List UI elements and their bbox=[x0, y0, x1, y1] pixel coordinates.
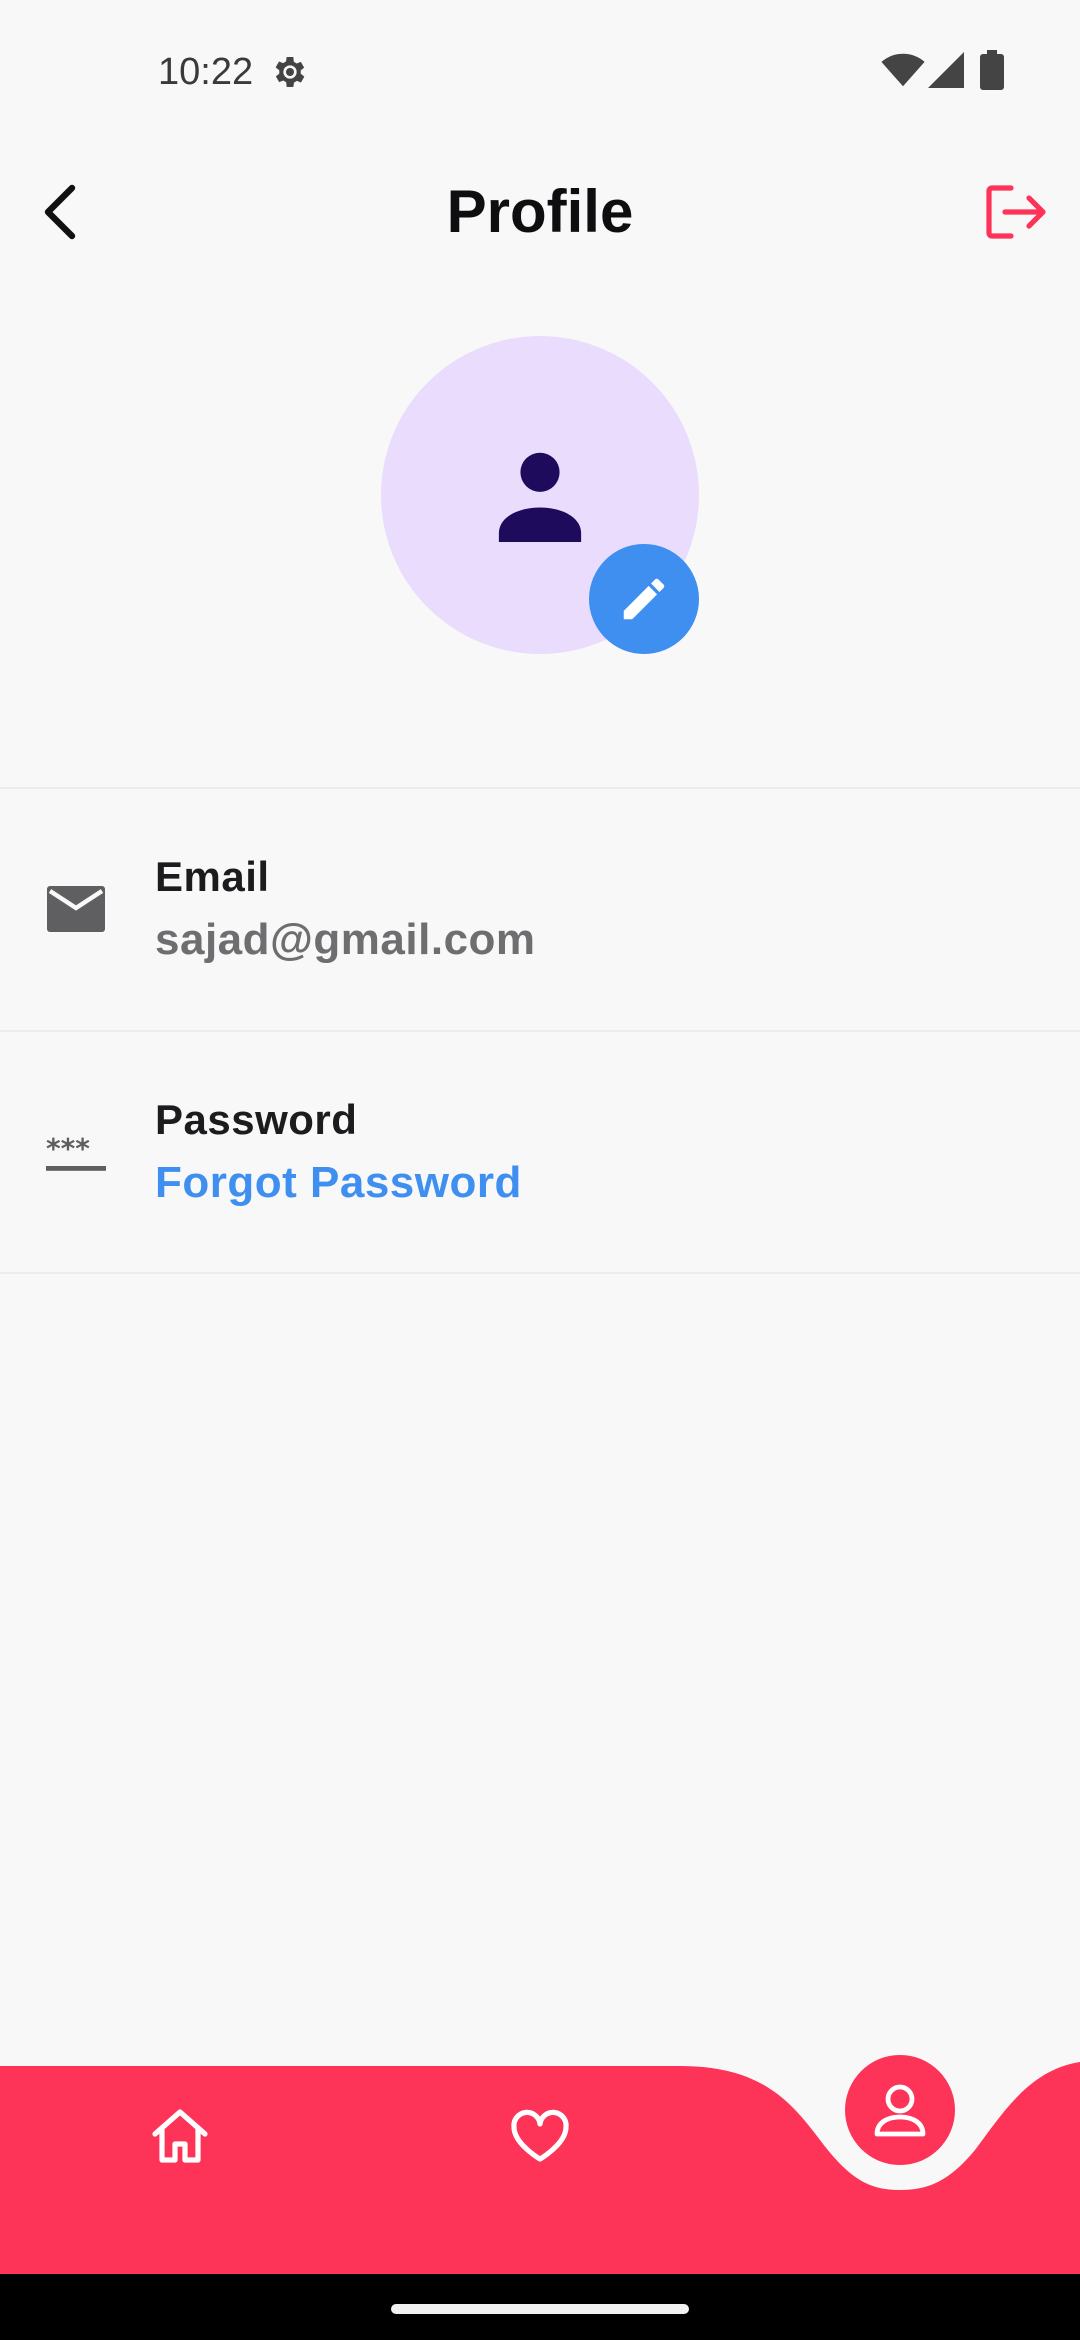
system-navigation-bar bbox=[0, 2274, 1080, 2340]
nav-profile-button[interactable] bbox=[845, 2055, 955, 2165]
pencil-icon bbox=[623, 578, 665, 620]
forgot-password-link[interactable]: Forgot Password bbox=[155, 1156, 522, 1210]
password-row: *** Password Forgot Password bbox=[0, 1032, 1080, 1272]
password-icon: *** bbox=[46, 1124, 106, 1184]
logout-button[interactable] bbox=[976, 174, 1056, 250]
mail-icon bbox=[46, 879, 106, 939]
page-title: Profile bbox=[446, 178, 634, 245]
home-icon bbox=[152, 2109, 208, 2163]
profile-icon bbox=[874, 2084, 926, 2137]
home-indicator[interactable] bbox=[391, 2304, 689, 2314]
heart-icon bbox=[511, 2109, 569, 2162]
logout-icon bbox=[986, 185, 1046, 239]
password-label: Password bbox=[155, 1096, 358, 1143]
nav-home-button[interactable] bbox=[140, 2096, 220, 2176]
svg-text:***: *** bbox=[46, 1134, 90, 1165]
email-label: Email bbox=[155, 853, 270, 900]
person-icon bbox=[498, 452, 582, 542]
signal-icon bbox=[928, 52, 964, 88]
profile-screen: 10:22 Profile Email sajad@gmail.com *** … bbox=[0, 0, 1080, 2340]
divider bbox=[0, 1272, 1080, 1274]
wifi-icon bbox=[881, 53, 925, 87]
gear-icon bbox=[275, 57, 305, 87]
email-row: Email sajad@gmail.com bbox=[0, 789, 1080, 1029]
nav-favorites-button[interactable] bbox=[500, 2096, 580, 2176]
edit-avatar-button[interactable] bbox=[589, 544, 699, 654]
status-time: 10:22 bbox=[158, 51, 254, 93]
email-value: sajad@gmail.com bbox=[155, 915, 536, 964]
status-bar: 10:22 bbox=[0, 0, 1080, 140]
battery-icon bbox=[980, 50, 1004, 90]
